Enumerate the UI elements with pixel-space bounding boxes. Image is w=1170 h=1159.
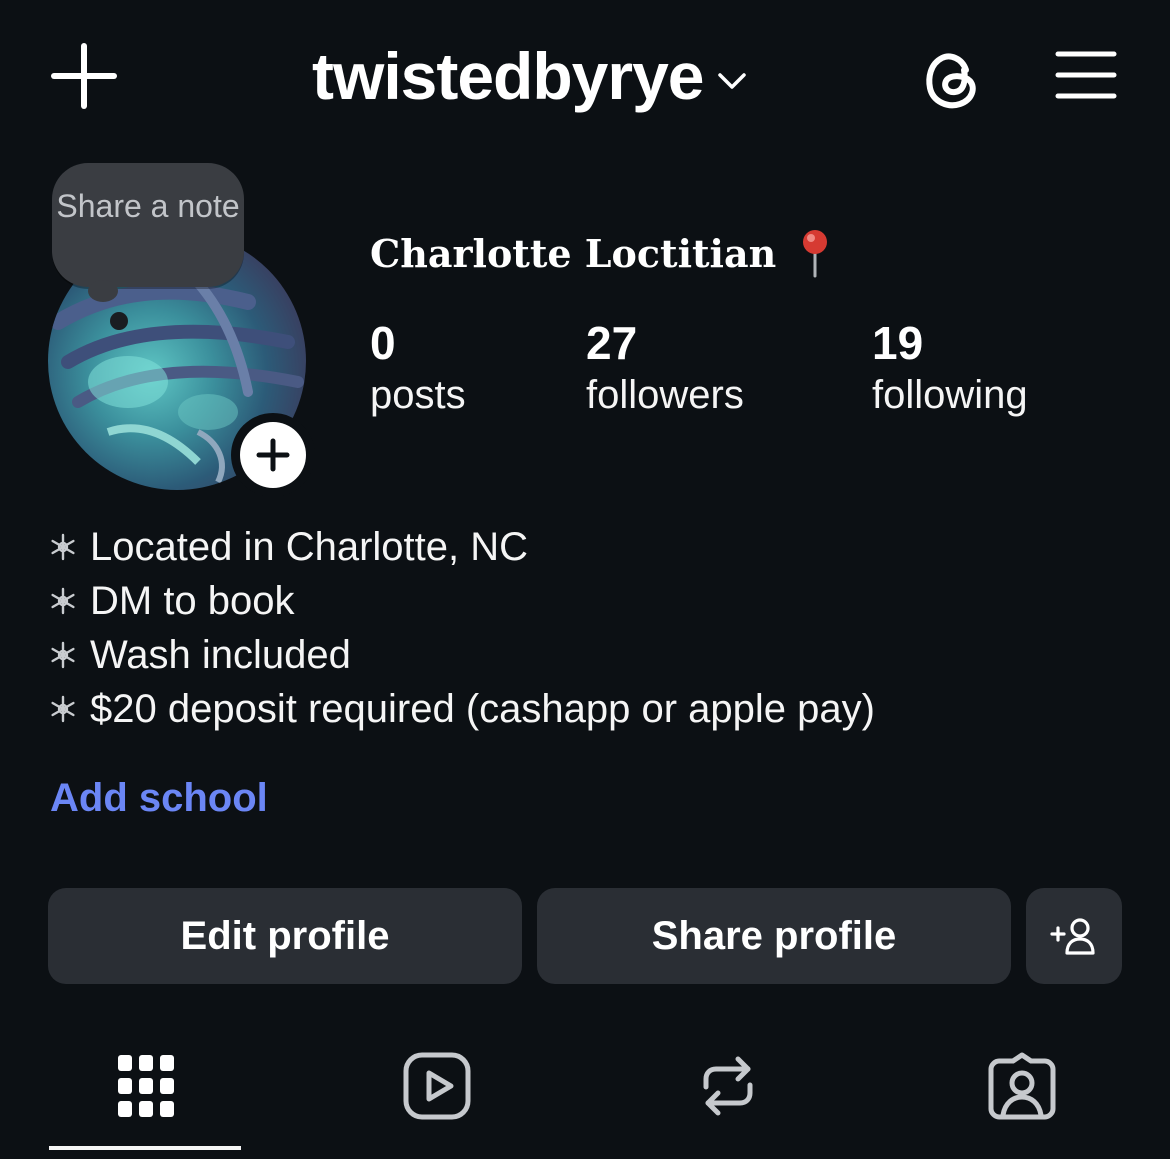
stat-label: followers [586, 373, 744, 417]
bio-line: Located in Charlotte, NC [48, 520, 875, 574]
grid-icon [118, 1055, 174, 1117]
share-note-bubble[interactable]: Share a note [52, 163, 244, 287]
note-tail [88, 280, 118, 302]
threads-icon [926, 53, 976, 109]
share-profile-button[interactable]: Share profile [537, 888, 1011, 984]
account-switcher[interactable]: twistedbyrye [312, 36, 747, 116]
stat-value: 27 [586, 317, 638, 369]
chevron-down-icon [718, 73, 747, 89]
username: twistedbyrye [312, 39, 704, 113]
discover-people-button[interactable] [1026, 888, 1122, 984]
bio-line: Wash included [48, 628, 875, 682]
edit-profile-button[interactable]: Edit profile [48, 888, 522, 984]
bio-line: $20 deposit required (cashapp or apple p… [48, 682, 875, 736]
stat-followers[interactable]: 27 followers [586, 316, 744, 420]
stat-posts[interactable]: 0 posts [370, 316, 466, 420]
menu-button[interactable] [1054, 48, 1118, 102]
snowflake-icon [51, 587, 75, 615]
bio-text: DM to book [90, 578, 295, 623]
note-tail-dot [110, 312, 128, 330]
stat-following[interactable]: 19 following [872, 316, 1028, 420]
reels-icon [403, 1052, 471, 1120]
snowflake-icon [51, 695, 75, 723]
threads-button[interactable] [918, 44, 988, 114]
snowflake-icon [51, 533, 75, 561]
plus-icon [51, 43, 117, 109]
bio-text: Located in Charlotte, NC [90, 524, 529, 569]
add-story-button[interactable] [228, 410, 318, 500]
bio-text: Wash included [90, 632, 351, 677]
stat-value: 19 [872, 317, 924, 369]
tab-reposts[interactable] [688, 1046, 768, 1126]
round-pushpin-icon [803, 230, 828, 278]
stat-label: posts [370, 373, 466, 417]
hamburger-menu-icon [1055, 51, 1117, 99]
plus-circle-icon [231, 413, 315, 497]
snowflake-icon [51, 641, 75, 669]
add-person-icon [1050, 918, 1095, 955]
tab-tagged[interactable] [982, 1046, 1062, 1126]
tagged-icon [988, 1052, 1056, 1120]
stat-value: 0 [370, 317, 396, 369]
tab-posts-grid[interactable] [106, 1046, 186, 1126]
bio-text: $20 deposit required (cashapp or apple p… [90, 686, 875, 731]
bio: Located in Charlotte, NC DM to book Wash… [48, 520, 875, 736]
repost-icon [703, 1056, 753, 1116]
add-school-link[interactable]: Add school [50, 776, 268, 821]
tab-reels[interactable] [397, 1046, 477, 1126]
bio-line: DM to book [48, 574, 875, 628]
stat-label: following [872, 373, 1028, 417]
display-name-row: Charlotte Loctitian [370, 228, 832, 278]
create-button[interactable] [50, 42, 118, 110]
display-name: Charlotte Loctitian [370, 230, 777, 276]
active-tab-indicator [49, 1146, 241, 1150]
